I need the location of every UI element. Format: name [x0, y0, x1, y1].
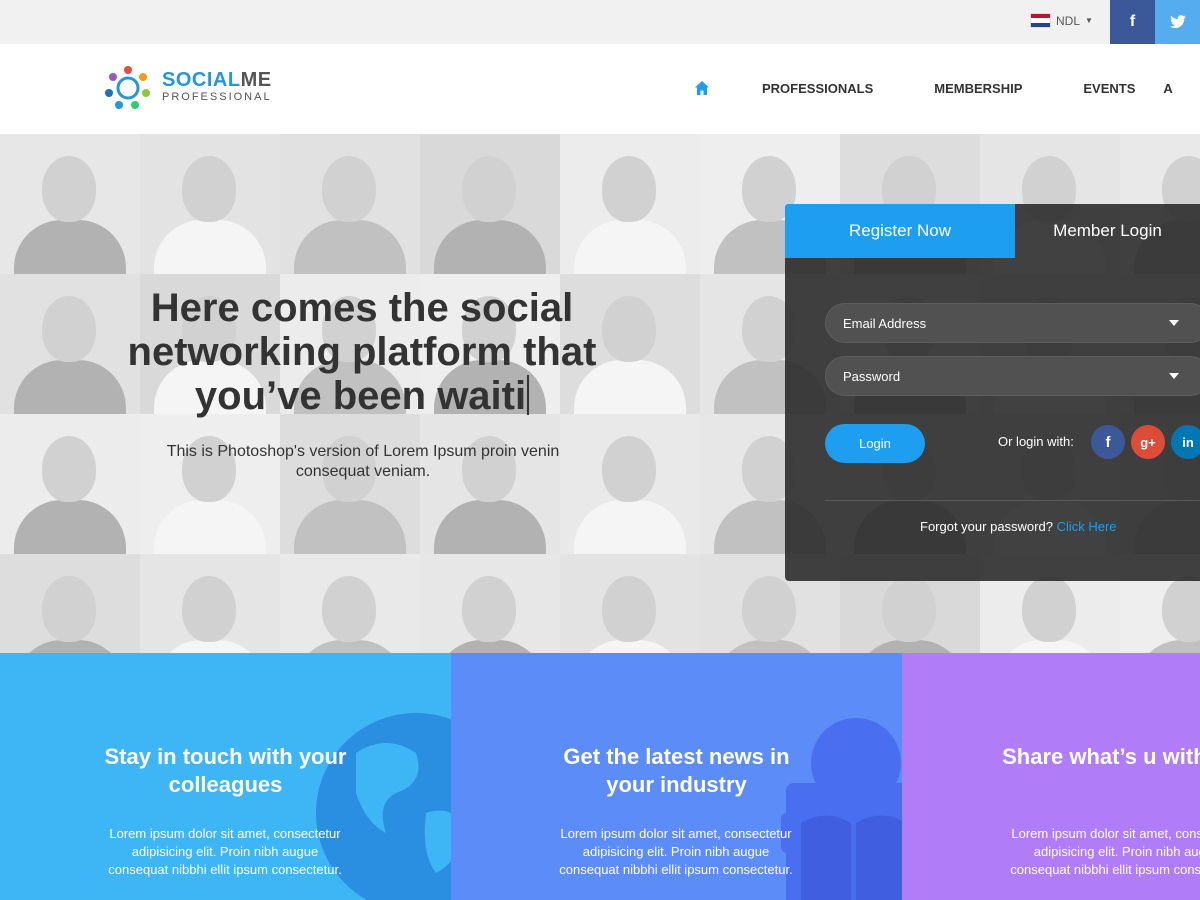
language-selector[interactable]: NDL ▼ [1030, 13, 1093, 28]
feature-news: Get the latest news in your industry Lor… [451, 653, 902, 900]
caret-down-icon [1169, 320, 1179, 326]
email-field[interactable]: Email Address [825, 303, 1200, 343]
twitter-top-button[interactable] [1155, 0, 1200, 44]
feature-title: Get the latest news in your industry [563, 744, 790, 797]
password-placeholder: Password [843, 368, 901, 384]
facebook-login-button[interactable]: f [1091, 425, 1125, 459]
or-login-with-label: Or login with: [998, 434, 1074, 449]
nav-item-events[interactable]: EVENTS [1083, 81, 1135, 96]
facebook-icon: f [1105, 433, 1111, 451]
hero-subtitle: This is Photoshop's version of Lorem Ips… [166, 443, 560, 480]
email-placeholder: Email Address [843, 315, 927, 331]
facebook-icon: f [1129, 13, 1136, 30]
login-button[interactable]: Login [825, 424, 925, 463]
logo[interactable]: SOCIALME PROFESSIONAL [104, 64, 272, 110]
caret-down-icon [1169, 373, 1179, 379]
nav-item-membership[interactable]: MEMBERSHIP [934, 81, 1022, 96]
password-field[interactable]: Password [825, 356, 1200, 396]
home-icon[interactable] [694, 80, 710, 96]
google-plus-login-button[interactable]: g+ [1131, 425, 1165, 459]
tab-register-now[interactable]: Register Now [785, 204, 1015, 258]
feature-text: Lorem ipsum dolor sit amet, consectetur … [1010, 826, 1200, 877]
login-panel: Register Now Member Login Email Address … [785, 204, 1200, 581]
logo-subtitle: PROFESSIONAL [162, 91, 272, 103]
linkedin-icon: in [1182, 434, 1194, 450]
hero-title: Here comes the social networking platfor… [127, 286, 597, 418]
google-plus-icon: g+ [1140, 434, 1156, 450]
nav-item-cutoff[interactable]: A [1163, 81, 1172, 96]
feature-share: Share what’s u with you Lorem ipsum dolo… [902, 653, 1200, 900]
flag-icon [1030, 13, 1051, 28]
forgot-password: Forgot your password? Click Here [920, 519, 1117, 534]
logo-text-social: SOCIAL [162, 69, 241, 91]
main-nav: PROFESSIONALS MEMBERSHIP EVENTS A [694, 80, 1200, 96]
nav-item-professionals[interactable]: PROFESSIONALS [762, 81, 873, 96]
facebook-top-button[interactable]: f [1110, 0, 1155, 44]
linkedin-login-button[interactable]: in [1171, 425, 1200, 459]
feature-title: Share what’s u with you [1002, 744, 1200, 769]
hero-section: Here comes the social networking platfor… [0, 134, 1200, 653]
click-here-link[interactable]: Click Here [1057, 519, 1117, 534]
top-bar: NDL ▼ f [0, 0, 1200, 44]
caret-down-icon: ▼ [1085, 16, 1093, 25]
text-cursor [527, 375, 530, 415]
feature-text: Lorem ipsum dolor sit amet, consectetur … [108, 826, 342, 877]
feature-text: Lorem ipsum dolor sit amet, consectetur … [559, 826, 793, 877]
language-label: NDL [1056, 13, 1081, 28]
tab-member-login[interactable]: Member Login [1015, 204, 1200, 258]
site-header: SOCIALME PROFESSIONAL PROFESSIONALS MEMB… [0, 44, 1200, 134]
divider [825, 500, 1200, 501]
feature-colleagues: Stay in touch with your colleagues Lorem… [0, 653, 451, 900]
logo-text-me: ME [240, 69, 272, 91]
logo-icon [105, 66, 150, 109]
feature-title: Stay in touch with your colleagues [104, 744, 347, 797]
twitter-icon [1169, 15, 1186, 28]
